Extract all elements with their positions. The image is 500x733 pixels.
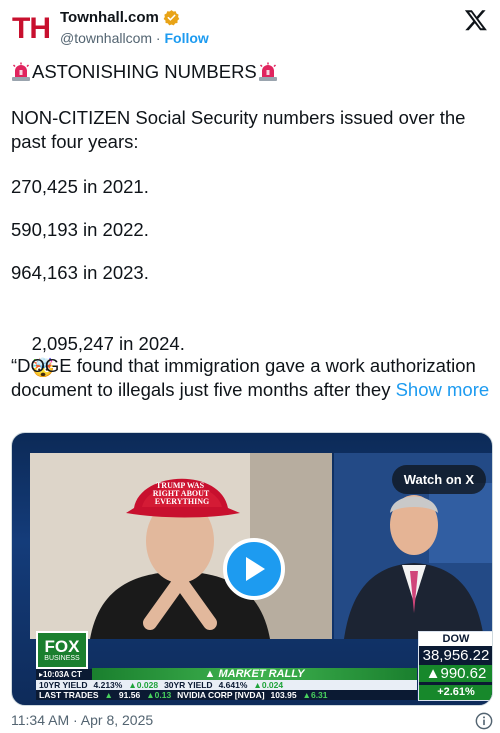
dow-value: 38,956.22 bbox=[422, 647, 490, 664]
siren-icon bbox=[12, 62, 30, 81]
display-name[interactable]: Townhall.com bbox=[60, 9, 159, 26]
stat-line: 2,095,247 in 2024. bbox=[31, 333, 185, 354]
watch-on-x-button[interactable]: Watch on X bbox=[391, 465, 486, 494]
dow-label: DOW bbox=[419, 632, 492, 646]
person-with-hat-graphic: TRUMP WAS RIGHT ABOUT EVERYTHING bbox=[30, 453, 332, 639]
handle-row: @townhallcom · Follow bbox=[60, 30, 209, 46]
dow-percent: +2.61% bbox=[419, 685, 492, 700]
play-button[interactable] bbox=[223, 538, 285, 600]
news-ticker: FOX BUSINESS ▸10:03A CT ▲ MARKET RALLY 1… bbox=[30, 631, 492, 701]
info-icon[interactable] bbox=[475, 712, 493, 730]
tweet-footer: 11:34 AM · Apr 8, 2025 bbox=[11, 712, 493, 732]
stat-line: 964,163 in 2023. bbox=[11, 262, 149, 283]
network-name: FOX bbox=[44, 636, 80, 656]
video-right-panel: Watch on X bbox=[334, 453, 492, 639]
video-player[interactable]: TRUMP WAS RIGHT ABOUT EVERYTHING Watch o… bbox=[11, 432, 493, 706]
timestamp[interactable]: 11:34 AM · Apr 8, 2025 bbox=[11, 712, 153, 728]
hat-text-3: EVERYTHING bbox=[155, 497, 209, 506]
stat-line: 590,193 in 2022. bbox=[11, 219, 149, 240]
tweet-title-row: ASTONISHING NUMBERS bbox=[11, 60, 278, 84]
stat-line: 270,425 in 2021. bbox=[11, 176, 149, 197]
market-rally-banner: ▲ MARKET RALLY bbox=[92, 668, 417, 680]
tweet-header: TH Townhall.com @townhallcom · Follow bbox=[0, 0, 500, 56]
x-logo-icon[interactable] bbox=[464, 8, 488, 32]
avatar[interactable]: TH bbox=[10, 8, 52, 50]
tweet-intro: NON-CITIZEN Social Security numbers issu… bbox=[11, 107, 471, 152]
verified-badge-icon bbox=[163, 10, 180, 26]
yield-row: 10YR YIELD 4.213% ▲0.028 30YR YIELD 4.64… bbox=[36, 680, 417, 690]
name-row: Townhall.com bbox=[60, 9, 180, 26]
play-icon bbox=[246, 557, 265, 581]
tweet-title: ASTONISHING NUMBERS bbox=[32, 61, 257, 82]
trades-row: LAST TRADES ▲ 91.56 ▲0.13 NVIDIA CORP [NV… bbox=[36, 690, 417, 700]
tweet-quote: “DOGE found that immigration gave a work… bbox=[11, 354, 493, 402]
video-left-panel: TRUMP WAS RIGHT ABOUT EVERYTHING bbox=[30, 453, 332, 639]
siren-icon bbox=[258, 62, 277, 81]
dow-change: ▲990.62 bbox=[419, 665, 492, 682]
show-more-link[interactable]: Show more bbox=[396, 379, 490, 400]
handle[interactable]: @townhallcom bbox=[60, 30, 152, 46]
separator: · bbox=[155, 30, 161, 46]
fox-business-logo: FOX BUSINESS bbox=[36, 631, 88, 669]
dow-box: DOW 38,956.22 ▲990.62 +2.61% bbox=[418, 631, 492, 701]
ticker-time: ▸10:03A CT bbox=[36, 669, 92, 680]
network-sub: BUSINESS bbox=[44, 654, 80, 662]
follow-button[interactable]: Follow bbox=[164, 30, 208, 46]
avatar-logo: TH bbox=[12, 12, 51, 45]
